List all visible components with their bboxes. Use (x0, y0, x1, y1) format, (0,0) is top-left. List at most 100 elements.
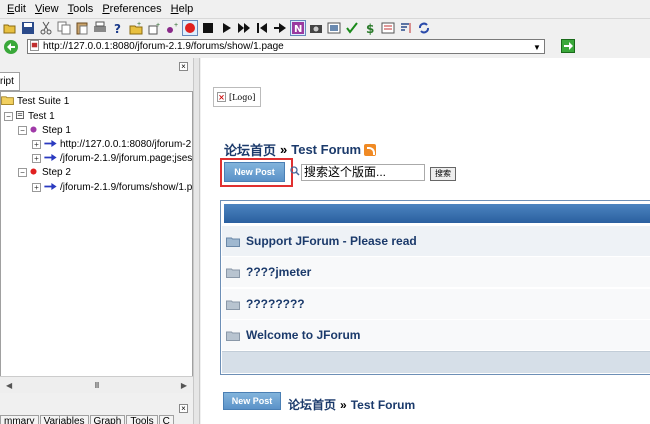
add-test-icon[interactable]: + (146, 20, 162, 36)
check-icon[interactable] (344, 20, 360, 36)
tab-graph[interactable]: Graph (89, 415, 126, 424)
svg-text:N: N (294, 24, 302, 35)
tab-tools[interactable]: Tools (126, 415, 158, 424)
tree-node-test[interactable]: − Test 1 (4, 109, 55, 123)
toolbar: ? + + + N $ (0, 18, 650, 37)
menu-help[interactable]: Help (171, 3, 194, 15)
rss-icon[interactable] (364, 143, 377, 156)
forum-folder-icon (226, 236, 240, 247)
url-text: http://127.0.0.1:8080/jforum-2.1.9/forum… (43, 41, 284, 52)
back-arrow-icon[interactable] (3, 39, 19, 55)
menu-preferences[interactable]: Preferences (102, 3, 161, 15)
script-tree: Test Suite 1 − Test 1 − Step 1 + http://… (0, 91, 193, 383)
fast-forward-icon[interactable] (236, 20, 252, 36)
svg-text:+: + (174, 22, 178, 29)
paste-icon[interactable] (74, 20, 90, 36)
menu-tools[interactable]: Tools (68, 3, 94, 15)
forum-title-link[interactable]: Welcome to JForum (246, 328, 360, 342)
logo[interactable]: × [Logo] (213, 87, 261, 107)
address-bar: http://127.0.0.1:8080/jforum-2.1.9/forum… (0, 38, 650, 55)
forum-row[interactable]: Welcome to JForum (222, 320, 650, 350)
forum-folder-icon (226, 330, 240, 341)
tab-variables[interactable]: Variables (39, 415, 89, 424)
breadcrumb-forum-link[interactable]: Test Forum (351, 398, 415, 412)
new-post-button-bottom[interactable]: New Post (223, 392, 281, 410)
breadcrumb: 论坛首页 » Test Forum (224, 140, 377, 159)
forum-folder-icon (226, 267, 240, 278)
browser-view: × [Logo] 论坛首页 » Test Forum New Post 搜索这个… (201, 58, 650, 424)
forum-title-link[interactable]: ????jmeter (246, 265, 311, 279)
forum-row[interactable]: ???????? (222, 289, 650, 319)
breadcrumb-home-link[interactable]: 论坛首页 (224, 140, 276, 159)
request-arrow-icon (44, 153, 57, 164)
expand-icon[interactable]: + (32, 139, 41, 149)
collapse-icon[interactable]: − (4, 111, 13, 121)
tab-script[interactable]: ript (0, 72, 20, 91)
copy-icon[interactable] (56, 20, 72, 36)
cut-icon[interactable] (38, 20, 54, 36)
tree-label-request: /jforum-2.1.9/jforum.page;jses (60, 152, 193, 164)
collapse-icon[interactable]: − (18, 125, 27, 135)
horizontal-scrollbar[interactable]: ◀ III ▶ (0, 376, 193, 393)
record-icon[interactable] (182, 20, 198, 36)
add-step-icon[interactable]: + (164, 20, 180, 36)
search-input[interactable]: 搜索这个版面... (301, 164, 425, 181)
menu-bar: Edit View Tools Preferences Help (0, 0, 650, 17)
svg-text:?: ? (114, 22, 121, 35)
breadcrumb-forum-link[interactable]: Test Forum (291, 142, 361, 157)
menu-view[interactable]: View (35, 3, 59, 15)
search-button[interactable]: 搜索 (430, 167, 456, 181)
forum-row[interactable]: ????jmeter (222, 257, 650, 287)
tab-summary[interactable]: mmary (0, 415, 39, 424)
bottom-tabs: mmary Variables Graph Tools C (0, 415, 175, 424)
screenshot-icon[interactable] (326, 20, 342, 36)
breadcrumb-home-link[interactable]: 论坛首页 (288, 398, 336, 412)
close-panel-icon[interactable]: × (179, 62, 188, 71)
tree-node-step2[interactable]: − Step 2 (18, 165, 71, 179)
step-forward-icon[interactable] (272, 20, 288, 36)
save-icon[interactable] (20, 20, 36, 36)
tree-node-suite[interactable]: Test Suite 1 (1, 94, 69, 108)
go-arrow-icon[interactable] (561, 39, 575, 53)
request-arrow-icon (44, 139, 57, 150)
dollar-icon[interactable]: $ (362, 20, 378, 36)
breadcrumb-bottom: 论坛首页 » Test Forum (288, 396, 415, 413)
camera-icon[interactable] (308, 20, 324, 36)
tree-node-request[interactable]: + /jforum-2.1.9/forums/show/1.p (32, 180, 192, 194)
n-mode-icon[interactable]: N (290, 20, 306, 36)
tree-label-step1: Step 1 (42, 124, 71, 136)
open-folder-icon[interactable] (2, 20, 18, 36)
refresh-icon[interactable] (416, 20, 432, 36)
add-suite-icon[interactable]: + (128, 20, 144, 36)
step-icon (30, 167, 37, 178)
panel-splitter[interactable] (193, 58, 200, 424)
tree-node-request[interactable]: + /jforum-2.1.9/jforum.page;jses (32, 151, 192, 165)
print-icon[interactable] (92, 20, 108, 36)
expand-icon[interactable]: + (32, 153, 41, 163)
breadcrumb-separator: » (280, 142, 288, 157)
forum-folder-icon (226, 299, 240, 310)
play-icon[interactable] (218, 20, 234, 36)
forum-title-link[interactable]: Support JForum - Please read (246, 234, 417, 248)
url-field[interactable]: http://127.0.0.1:8080/jforum-2.1.9/forum… (27, 39, 545, 54)
tab-more[interactable]: C (158, 415, 174, 424)
scroll-right-icon[interactable]: ▶ (181, 381, 187, 390)
step-back-icon[interactable] (254, 20, 270, 36)
scroll-grip[interactable]: III (95, 381, 100, 390)
new-post-button[interactable]: New Post (224, 162, 285, 182)
sort-icon[interactable] (398, 20, 414, 36)
close-panel-icon[interactable]: × (179, 404, 188, 413)
collapse-icon[interactable]: − (18, 167, 27, 177)
tree-node-request[interactable]: + http://127.0.0.1:8080/jforum-2. (32, 137, 192, 151)
stop-icon[interactable] (200, 20, 216, 36)
expand-icon[interactable]: + (32, 182, 41, 192)
help-icon[interactable]: ? (110, 20, 126, 36)
forum-title-link[interactable]: ???????? (246, 297, 305, 311)
screen-icon[interactable] (380, 20, 396, 36)
menu-edit[interactable]: Edit (7, 3, 26, 15)
forum-row[interactable]: Support JForum - Please read (222, 226, 650, 256)
tree-node-step1[interactable]: − Step 1 (18, 123, 71, 137)
svg-text:+: + (156, 22, 160, 29)
scroll-left-icon[interactable]: ◀ (6, 381, 12, 390)
dropdown-arrow-icon[interactable]: ▼ (533, 43, 541, 52)
